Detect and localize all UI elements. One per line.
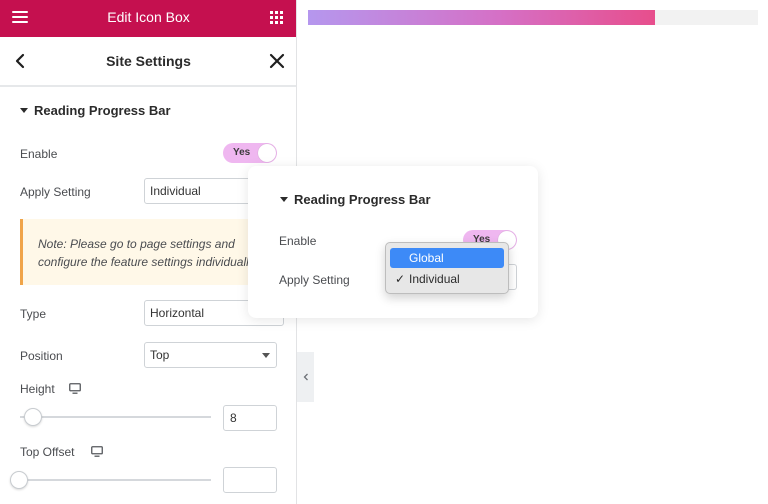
enable-toggle[interactable]: Yes [223,143,277,163]
dropdown-option-global[interactable]: Global [390,248,504,268]
card-apply-setting-label: Apply Setting [279,273,350,287]
apply-setting-label: Apply Setting [20,185,91,199]
settings-note: Note: Please go to page settings and con… [20,219,282,285]
type-label: Type [20,307,47,321]
height-input[interactable]: 8 [223,405,277,431]
note-line-2: configure the feature settings individua… [38,255,258,269]
caret-down-icon [20,108,28,113]
reading-progress-fill [308,10,655,25]
settings-header: Site Settings [0,37,296,87]
top-offset-label: Top Offset [20,445,75,459]
dropdown-option-label: Individual [409,272,460,286]
chevron-down-icon [262,353,270,358]
panel-top-bar: Edit Icon Box [0,0,296,37]
section-toggle-reading-progress-bar[interactable]: Reading Progress Bar [20,103,171,118]
enable-label: Enable [20,147,58,161]
top-offset-input[interactable] [223,467,277,493]
apply-setting-dropdown: Global ✓ Individual [385,242,509,294]
card-section-title-text: Reading Progress Bar [294,192,431,207]
dropdown-option-individual[interactable]: ✓ Individual [390,269,504,289]
grid-icon[interactable] [270,11,284,25]
desktop-monitor-icon[interactable] [69,383,81,394]
position-label: Position [20,349,63,363]
card-enable-label: Enable [279,234,317,248]
card-section-title: Reading Progress Bar [280,192,431,207]
close-icon[interactable] [267,51,287,71]
toggle-knob [258,144,276,162]
height-label: Height [20,382,55,396]
apply-setting-value: Individual [150,184,201,198]
panel-title: Edit Icon Box [107,9,190,25]
height-slider-track[interactable] [20,416,211,418]
height-slider-thumb[interactable] [24,408,42,426]
chevron-left-icon [303,373,308,381]
panel-collapse-handle[interactable] [297,352,314,402]
position-select[interactable]: Top [144,342,277,368]
reading-progress-bar [308,10,758,25]
settings-title: Site Settings [106,53,191,69]
dropdown-option-label: Global [409,251,444,265]
caret-down-icon [280,197,288,202]
section-title: Reading Progress Bar [34,103,171,118]
top-offset-slider-track[interactable] [20,479,211,481]
type-value: Horizontal [150,306,205,320]
top-offset-slider-thumb[interactable] [10,471,28,489]
note-line-1: Note: Please go to page settings and [38,237,235,251]
desktop-monitor-icon[interactable] [91,446,103,457]
position-value: Top [150,348,170,362]
checkmark-icon: ✓ [395,272,406,286]
enable-toggle-text: Yes [233,147,251,158]
